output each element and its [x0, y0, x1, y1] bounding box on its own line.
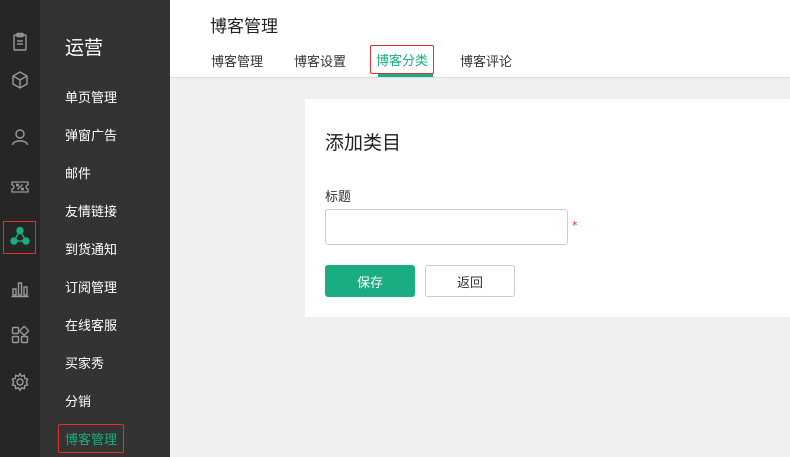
back-button[interactable]: 返回: [425, 265, 515, 297]
sidebar-item-distribution[interactable]: 分销: [65, 391, 91, 410]
sidebar-title: 运营: [65, 37, 104, 59]
form-heading: 添加类目: [325, 132, 402, 154]
rail-item-orders[interactable]: [0, 25, 40, 63]
tab-blog-settings[interactable]: 博客设置: [294, 51, 346, 70]
sidebar-item-single-page[interactable]: 单页管理: [65, 87, 117, 106]
bar-chart-icon: [10, 278, 30, 302]
cube-icon: [10, 70, 30, 94]
icon-rail: [0, 0, 40, 457]
rail-item-apps[interactable]: [0, 318, 40, 356]
sidebar-item-buyer-show[interactable]: 买家秀: [65, 353, 104, 372]
sidebar-item-restock-notice[interactable]: 到货通知: [65, 239, 117, 258]
rail-item-customers[interactable]: [0, 120, 40, 158]
title-field-label: 标题: [325, 190, 352, 205]
sidebar-item-live-chat[interactable]: 在线客服: [65, 315, 117, 334]
clipboard-icon: [10, 32, 30, 56]
rail-item-products[interactable]: [0, 63, 40, 101]
page-title: 博客管理: [210, 17, 278, 37]
tab-blog-categories[interactable]: 博客分类: [370, 45, 435, 74]
sidebar-item-popup-ads[interactable]: 弹窗广告: [65, 125, 117, 144]
coupon-icon: [10, 177, 30, 201]
sidebar-item-friend-links[interactable]: 友情链接: [65, 201, 117, 220]
sidebar-item-email[interactable]: 邮件: [65, 163, 91, 182]
rail-item-promotions[interactable]: [0, 170, 40, 208]
rail-item-operations[interactable]: [3, 221, 36, 254]
network-icon: [9, 226, 30, 250]
user-icon: [10, 127, 30, 151]
operations-sidebar: 运营 单页管理 弹窗广告 邮件 友情链接 到货通知 订阅管理 在线客服 买家秀 …: [40, 0, 170, 457]
add-category-card: 添加类目 标题 * 保存 返回: [305, 99, 790, 317]
tab-blog-comments[interactable]: 博客评论: [460, 51, 512, 70]
active-tab-indicator: [378, 74, 433, 77]
sidebar-item-subscriptions[interactable]: 订阅管理: [65, 277, 117, 296]
sidebar-item-blog-management[interactable]: 博客管理: [58, 424, 125, 453]
required-mark: *: [572, 219, 578, 232]
tab-blog-management[interactable]: 博客管理: [211, 51, 263, 70]
save-button[interactable]: 保存: [325, 265, 415, 297]
page-header: 博客管理 博客管理 博客设置 博客分类 博客评论: [170, 0, 790, 78]
title-input[interactable]: [325, 209, 568, 245]
rail-item-analytics[interactable]: [0, 271, 40, 309]
gear-icon: [10, 372, 30, 396]
rail-item-settings[interactable]: [0, 365, 40, 403]
apps-icon: [10, 325, 30, 349]
